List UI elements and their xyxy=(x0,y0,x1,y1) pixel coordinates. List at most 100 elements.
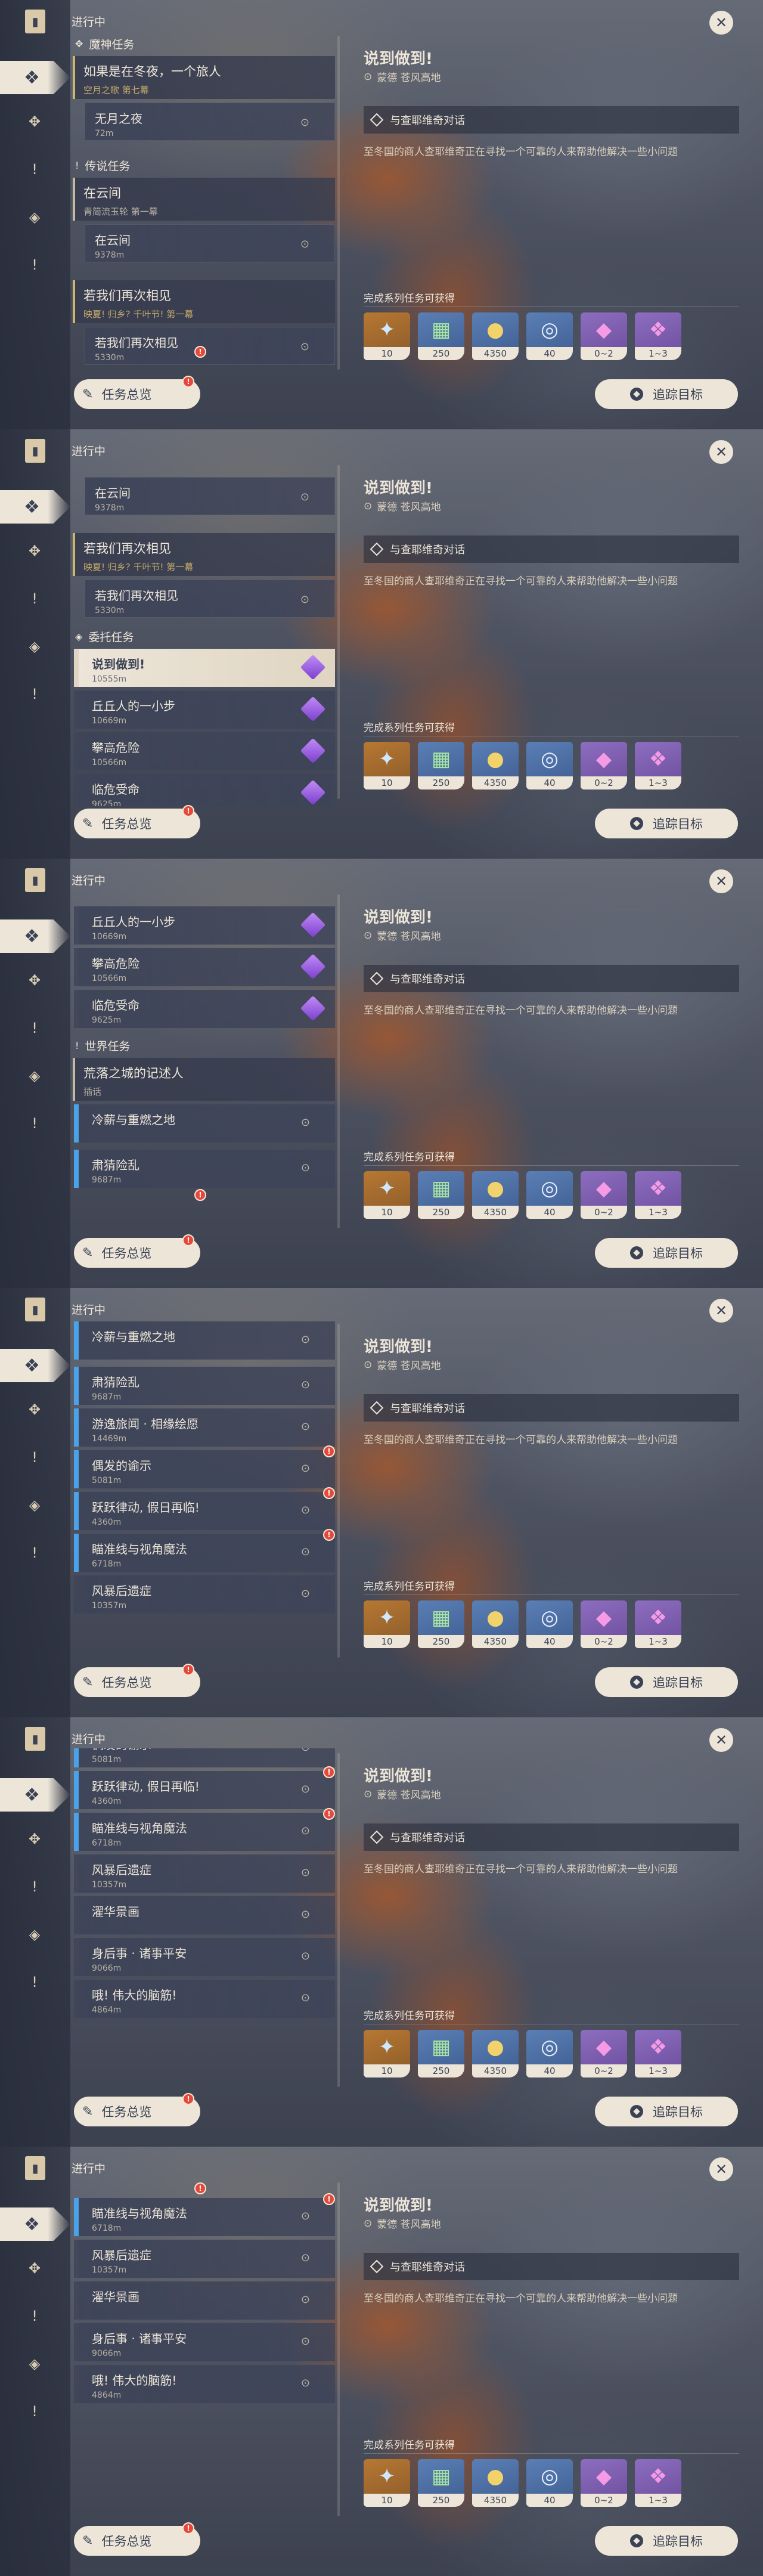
quest-yunjian[interactable]: 在云间 青简流玉轮 第一幕 xyxy=(73,178,335,221)
world-quest-aim-magic[interactable]: 瞄准线与视角魔法 6718m ⊙ xyxy=(74,1813,335,1851)
quest-meet-again[interactable]: 若我们再次相见 映夏! 归乡? 千叶节! 第一幕 xyxy=(73,533,335,576)
commission-filter-icon[interactable]: ◈ xyxy=(23,634,46,658)
world-quest-great-brain[interactable]: 哦! 伟大的脑筋! 4864m ⊙ xyxy=(74,2365,335,2403)
reward-primogem[interactable]: ✦ 10 xyxy=(364,742,410,789)
track-objective-button[interactable]: 追踪目标 xyxy=(595,1238,738,1268)
reward-primogem[interactable]: ✦ 10 xyxy=(364,312,410,360)
quest-step-meet-again[interactable]: 若我们再次相见 5330m ⊙ xyxy=(85,327,335,365)
legend-filter-icon[interactable]: ! xyxy=(23,1445,46,1469)
all-quests-tab[interactable]: ❖ xyxy=(0,1349,70,1382)
reward-crystal-small[interactable]: ◆ 0~2 xyxy=(581,742,627,789)
archon-filter-icon[interactable]: ✥ xyxy=(23,1827,46,1851)
quest-overview-button[interactable]: ✎ 任务总览 xyxy=(74,2526,200,2556)
quest-book-icon[interactable]: ▮ xyxy=(25,10,45,33)
all-quests-tab[interactable]: ❖ xyxy=(0,61,70,94)
all-quests-tab[interactable]: ❖ xyxy=(0,490,70,524)
reward-adventure-exp[interactable]: ▦ 250 xyxy=(418,2459,464,2507)
reward-crystal-small[interactable]: ◆ 0~2 xyxy=(581,2030,627,2077)
track-objective-button[interactable]: 追踪目标 xyxy=(595,2526,738,2556)
legend-filter-icon[interactable]: ! xyxy=(23,1016,46,1040)
reward-crystal-large[interactable]: ❖ 1~3 xyxy=(635,312,681,360)
quest-book-icon[interactable]: ▮ xyxy=(25,1298,45,1321)
quest-book-icon[interactable]: ▮ xyxy=(25,439,45,463)
world-quest-leap-holiday[interactable]: 跃跃律动, 假日再临! 4360m ⊙ xyxy=(74,1771,335,1809)
reward-mora[interactable]: ● 4350 xyxy=(472,2030,519,2077)
reward-primogem[interactable]: ✦ 10 xyxy=(364,2030,410,2077)
reward-adventure-exp[interactable]: ▦ 250 xyxy=(418,312,464,360)
quest-overview-button[interactable]: ✎ 任务总览 xyxy=(74,379,200,409)
legend-filter-icon[interactable]: ! xyxy=(23,157,46,181)
all-quests-tab[interactable]: ❖ xyxy=(0,1778,70,1812)
track-objective-button[interactable]: 追踪目标 xyxy=(595,379,738,409)
world-quest-storm-aftermath[interactable]: 风暴后遗症 10357m ⊙ xyxy=(74,1575,335,1614)
world-filter-icon[interactable]: ! xyxy=(23,1111,46,1135)
reward-primogem[interactable]: ✦ 10 xyxy=(364,1171,410,1219)
all-quests-tab[interactable]: ❖ xyxy=(0,2207,70,2241)
quest-overview-button[interactable]: ✎ 任务总览 xyxy=(74,2097,200,2126)
world-quest-storm-aftermath[interactable]: 风暴后遗症 10357m ⊙ xyxy=(74,2240,335,2278)
legend-filter-icon[interactable]: ! xyxy=(23,2304,46,2328)
legend-filter-icon[interactable]: ! xyxy=(23,587,46,611)
list-scrollbar[interactable] xyxy=(337,36,340,370)
reward-adventure-exp[interactable]: ▦ 250 xyxy=(418,742,464,789)
world-quest-leap-holiday[interactable]: 跃跃律动, 假日再临! 4360m ⊙ xyxy=(74,1492,335,1530)
archon-filter-icon[interactable]: ✥ xyxy=(23,1398,46,1422)
world-quest-clean-chaos[interactable]: 肃猜险乱 9687m ⊙ xyxy=(74,1367,335,1405)
reward-companionship-exp[interactable]: ◎ 40 xyxy=(526,2459,573,2507)
reward-companionship-exp[interactable]: ◎ 40 xyxy=(526,312,573,360)
reward-crystal-small[interactable]: ◆ 0~2 xyxy=(581,1171,627,1219)
archon-filter-icon[interactable]: ✥ xyxy=(23,2256,46,2280)
quest-book-icon[interactable]: ▮ xyxy=(25,2156,45,2180)
reward-primogem[interactable]: ✦ 10 xyxy=(364,1600,410,1648)
track-objective-button[interactable]: 追踪目标 xyxy=(595,2097,738,2126)
quest-overview-button[interactable]: ✎ 任务总览 xyxy=(74,1238,200,1268)
reward-crystal-small[interactable]: ◆ 0~2 xyxy=(581,2459,627,2507)
quest-overview-button[interactable]: ✎ 任务总览 xyxy=(74,1667,200,1697)
commission-filter-icon[interactable]: ◈ xyxy=(23,1064,46,1088)
world-quest-idol-note[interactable]: 偶发的谕示5081m⊙ xyxy=(74,1450,335,1488)
quest-step-yunjian[interactable]: 在云间 9378m ⊙ xyxy=(85,477,335,515)
quest-step-no-moon-night[interactable]: 无月之夜 72m ⊙ xyxy=(85,103,335,141)
quest-step-meet-again[interactable]: 若我们再次相见 5330m ⊙ xyxy=(85,580,335,618)
reward-mora[interactable]: ● 4350 xyxy=(472,312,519,360)
commission-filter-icon[interactable]: ◈ xyxy=(23,205,46,229)
world-filter-icon[interactable]: ! xyxy=(23,1541,46,1565)
world-quest-aim-magic[interactable]: 瞄准线与视角魔法 6718m ⊙ xyxy=(74,1534,335,1572)
legend-filter-icon[interactable]: ! xyxy=(23,1875,46,1899)
quest-step-yunjian[interactable]: 在云间 9378m ⊙ xyxy=(85,224,335,262)
world-quest-aim-magic[interactable]: 瞄准线与视角魔法 6718m ⊙ xyxy=(74,2198,335,2236)
commission-filter-icon[interactable]: ◈ xyxy=(23,1922,46,1946)
world-quest-storm-aftermath[interactable]: 风暴后遗症 10357m ⊙ xyxy=(74,1854,335,1893)
world-quest-after-peace[interactable]: 身后事 · 诸事平安 9066m ⊙ xyxy=(74,2323,335,2361)
world-filter-icon[interactable]: ! xyxy=(23,1970,46,1994)
reward-mora[interactable]: ● 4350 xyxy=(472,1171,519,1219)
reward-crystal-large[interactable]: ❖ 1~3 xyxy=(635,742,681,789)
reward-primogem[interactable]: ✦ 10 xyxy=(364,2459,410,2507)
world-quest-cold-cinder[interactable]: 冷薪与重燃之地 ⊙ xyxy=(74,1321,335,1360)
world-quest-shui-scenery[interactable]: 濯华景画 ⊙ xyxy=(74,1896,335,1934)
close-button[interactable]: ✕ xyxy=(709,2157,733,2181)
reward-crystal-small[interactable]: ◆ 0~2 xyxy=(581,1600,627,1648)
world-quest-shui-scenery[interactable]: 濯华景画 ⊙ xyxy=(74,2281,335,2320)
archon-filter-icon[interactable]: ✥ xyxy=(23,539,46,563)
close-button[interactable]: ✕ xyxy=(709,1299,733,1323)
commission-filter-icon[interactable]: ◈ xyxy=(23,1493,46,1517)
commission-climb-risk[interactable]: 攀高危险 10566m xyxy=(74,948,335,986)
reward-companionship-exp[interactable]: ◎ 40 xyxy=(526,1600,573,1648)
all-quests-tab[interactable]: ❖ xyxy=(0,919,70,953)
reward-crystal-large[interactable]: ❖ 1~3 xyxy=(635,1171,681,1219)
archon-filter-icon[interactable]: ✥ xyxy=(23,110,46,134)
reward-crystal-small[interactable]: ◆ 0~2 xyxy=(581,312,627,360)
close-button[interactable]: ✕ xyxy=(709,869,733,893)
world-quest-clean-chaos[interactable]: 肃猜险乱 9687m ⊙ xyxy=(74,1150,335,1188)
quest-meet-again[interactable]: 若我们再次相见 映夏! 归乡? 千叶节! 第一幕 xyxy=(73,280,335,323)
reward-crystal-large[interactable]: ❖ 1~3 xyxy=(635,2030,681,2077)
world-quest-drift-portrait[interactable]: 游逸旅闻 · 相缘绘愿 14469m ⊙ xyxy=(74,1408,335,1447)
reward-companionship-exp[interactable]: ◎ 40 xyxy=(526,742,573,789)
world-quest-great-brain[interactable]: 哦! 伟大的脑筋! 4864m ⊙ xyxy=(74,1980,335,2018)
reward-mora[interactable]: ● 4350 xyxy=(472,1600,519,1648)
reward-mora[interactable]: ● 4350 xyxy=(472,742,519,789)
commission-hill-step[interactable]: 丘丘人的一小步 10669m xyxy=(74,691,335,729)
quest-winter-night[interactable]: 如果是在冬夜，一个旅人 空月之歌 第七幕 xyxy=(73,56,335,99)
close-button[interactable]: ✕ xyxy=(709,440,733,464)
